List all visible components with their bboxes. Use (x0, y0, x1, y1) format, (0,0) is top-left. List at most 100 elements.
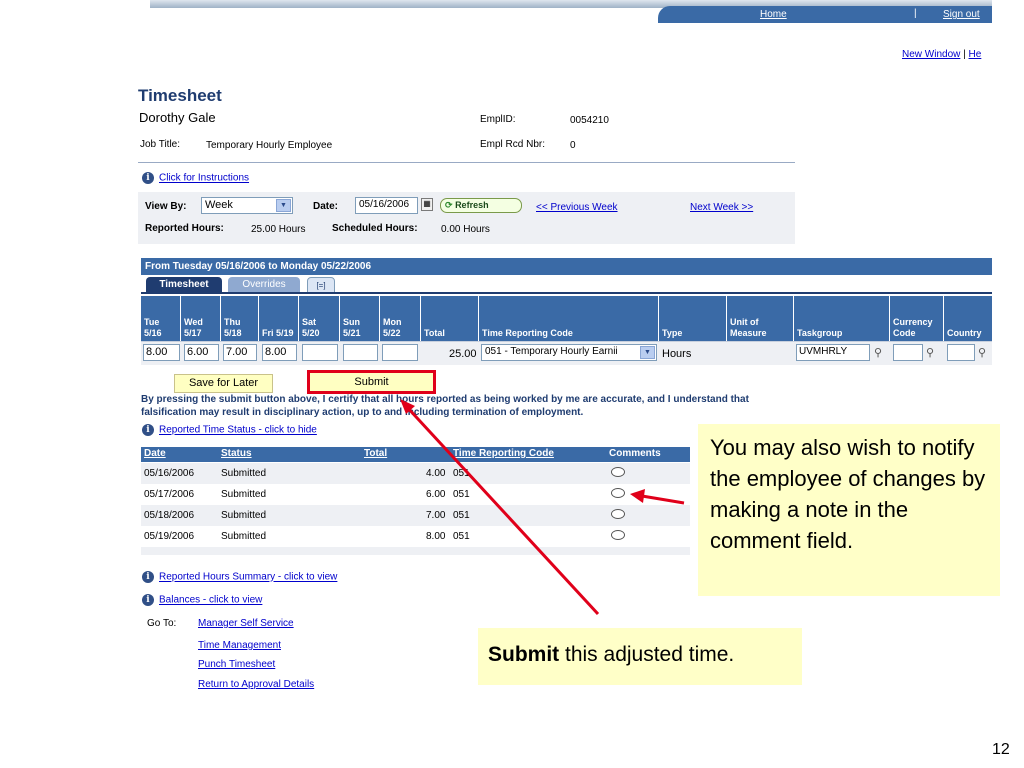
col-header-currency: Currency Code (890, 296, 944, 341)
info-icon: i (142, 172, 154, 184)
nav-separator: | (914, 8, 917, 19)
chevron-down-icon[interactable]: ▼ (640, 346, 655, 359)
reported-status-row: i Reported Time Status - click to hide (142, 424, 317, 436)
comment-icon[interactable] (611, 509, 625, 519)
home-link[interactable]: Home (760, 9, 787, 20)
status-table-header: Date Status Total Time Reporting Code Co… (141, 447, 690, 462)
help-link[interactable]: He (969, 49, 982, 60)
summary-row: i Reported Hours Summary - click to view (142, 571, 337, 583)
instructions-link[interactable]: Click for Instructions (159, 173, 249, 184)
row-status: Submitted (221, 468, 267, 479)
trc-select[interactable]: 051 - Temporary Hourly Earnii ▼ (481, 344, 657, 361)
row-total: 8.00 (426, 531, 446, 542)
refresh-icon: ⟳ (445, 200, 453, 210)
hours-input-sat[interactable] (302, 344, 338, 361)
row-date: 05/16/2006 (144, 468, 195, 479)
reported-status-link[interactable]: Reported Time Status - click to hide (159, 425, 317, 436)
col-header-wed: Wed 5/17 (181, 296, 221, 341)
hours-input-sun[interactable] (343, 344, 378, 361)
currency-search-icon[interactable]: ⚲ (926, 346, 934, 359)
status-col-status[interactable]: Status (221, 448, 252, 459)
balances-link[interactable]: Balances - click to view (159, 595, 262, 606)
row-status: Submitted (221, 510, 267, 521)
total-hours-value: 25.00 (449, 348, 477, 360)
view-by-value: Week (205, 199, 233, 211)
show-all-columns-icon[interactable]: [=] (307, 277, 335, 293)
save-for-later-button[interactable]: Save for Later (174, 374, 273, 393)
status-col-trc[interactable]: Time Reporting Code (453, 448, 554, 459)
row-total: 4.00 (426, 468, 446, 479)
reported-hours-summary-link[interactable]: Reported Hours Summary - click to view (159, 572, 337, 583)
time-management-link[interactable]: Time Management (198, 640, 281, 651)
type-value: Hours (662, 348, 692, 360)
submit-button[interactable]: Submit (307, 370, 436, 394)
col-header-taskgroup: Taskgroup (794, 296, 890, 341)
balances-row: i Balances - click to view (142, 594, 262, 606)
table-row: 05/16/2006 Submitted 4.00 051 (141, 463, 690, 484)
row-status: Submitted (221, 489, 267, 500)
col-header-mon: Mon 5/22 (380, 296, 421, 341)
country-search-icon[interactable]: ⚲ (978, 346, 986, 359)
top-links: New Window | He (902, 49, 981, 60)
instructions-row: i Click for Instructions (142, 172, 249, 184)
employee-name: Dorothy Gale (139, 110, 216, 125)
hours-input-mon[interactable] (382, 344, 418, 361)
new-window-link[interactable]: New Window (902, 49, 960, 60)
hours-input-tue[interactable]: 8.00 (143, 344, 180, 361)
col-header-uom: Unit of Measure (727, 296, 794, 341)
job-title-value: Temporary Hourly Employee (206, 140, 333, 151)
return-to-approval-link[interactable]: Return to Approval Details (198, 679, 314, 690)
tab-overrides[interactable]: Overrides (228, 277, 300, 293)
table-footer (141, 547, 690, 555)
row-date: 05/19/2006 (144, 531, 195, 542)
trc-value: 051 - Temporary Hourly Earnii (485, 346, 618, 357)
job-title-label: Job Title: (140, 139, 181, 150)
row-date: 05/17/2006 (144, 489, 195, 500)
emplid-value: 0054210 (570, 115, 609, 126)
hours-input-thu[interactable]: 7.00 (223, 344, 257, 361)
currency-input[interactable] (893, 344, 923, 361)
empl-rcd-label: Empl Rcd Nbr: (480, 139, 546, 150)
next-week-link[interactable]: Next Week >> (690, 202, 753, 213)
date-input[interactable]: 05/16/2006 (355, 197, 418, 214)
status-col-comments: Comments (609, 448, 661, 459)
manager-self-service-link[interactable]: Manager Self Service (198, 618, 294, 629)
comment-icon[interactable] (611, 467, 625, 477)
previous-week-link[interactable]: << Previous Week (536, 202, 618, 213)
chevron-down-icon[interactable]: ▼ (276, 199, 291, 212)
period-header: From Tuesday 05/16/2006 to Monday 05/22/… (141, 258, 992, 275)
row-total: 7.00 (426, 510, 446, 521)
header-divider (138, 162, 795, 163)
status-col-total[interactable]: Total (364, 448, 387, 459)
tab-timesheet[interactable]: Timesheet (146, 277, 222, 293)
taskgroup-input[interactable]: UVMHRLY (796, 344, 870, 361)
table-row: 05/17/2006 Submitted 6.00 051 (141, 484, 690, 505)
col-header-total: Total (421, 296, 479, 341)
punch-timesheet-link[interactable]: Punch Timesheet (198, 659, 275, 670)
table-row: 05/19/2006 Submitted 8.00 051 (141, 526, 690, 547)
view-by-select[interactable]: Week ▼ (201, 197, 293, 214)
refresh-label: Refresh (455, 200, 489, 210)
row-status: Submitted (221, 531, 267, 542)
row-trc: 051 (453, 489, 470, 500)
comment-icon[interactable] (611, 530, 625, 540)
date-label: Date: (313, 201, 339, 212)
top-navigation: Home | Sign out (658, 6, 992, 23)
hours-input-fri[interactable]: 8.00 (262, 344, 297, 361)
scheduled-hours-label: Scheduled Hours: (332, 223, 418, 234)
refresh-button[interactable]: ⟳ Refresh (440, 198, 522, 213)
sign-out-link[interactable]: Sign out (943, 9, 980, 20)
taskgroup-search-icon[interactable]: ⚲ (874, 346, 882, 359)
empl-rcd-value: 0 (570, 140, 576, 151)
page-title: Timesheet (138, 86, 222, 105)
col-header-sun: Sun 5/21 (340, 296, 380, 341)
country-input[interactable] (947, 344, 975, 361)
calendar-icon[interactable]: ▦ (421, 198, 433, 211)
col-header-sat: Sat 5/20 (299, 296, 340, 341)
row-date: 05/18/2006 (144, 510, 195, 521)
hours-input-wed[interactable]: 6.00 (184, 344, 219, 361)
status-col-date[interactable]: Date (144, 448, 166, 459)
comment-icon[interactable] (611, 488, 625, 498)
row-trc: 051 (453, 510, 470, 521)
submit-callout-bold: Submit (488, 643, 560, 666)
